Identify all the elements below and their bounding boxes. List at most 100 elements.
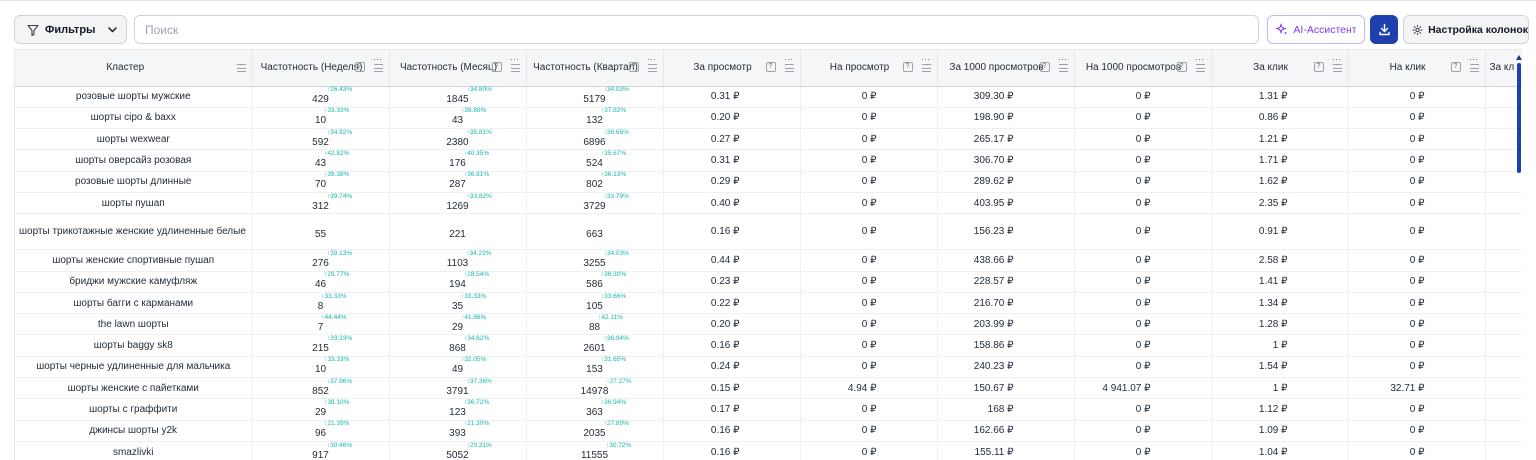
frequency-value: 592 ↑34.92% <box>312 129 352 148</box>
column-menu-icon[interactable] <box>1332 64 1342 72</box>
cell-cluster: шорты пушап <box>15 192 253 215</box>
growth-percent-badge: ↑31.65% <box>600 356 627 364</box>
cell-per-1000: 155.11 ₽ <box>937 441 1075 460</box>
column-header-freq-month[interactable]: Частотность (Месяц)? ⋯ <box>389 50 527 87</box>
column-header-per-1000[interactable]: За 1000 просмотров? ⋯ <box>937 50 1075 87</box>
frequency-value: 11555 ↑30.72% <box>581 442 631 460</box>
cell-per-click: 1.12 ₽ <box>1211 398 1349 421</box>
column-header-freq-quarter[interactable]: Частотность (Квартал)? ⋯ <box>526 50 664 87</box>
column-menu-icon[interactable] <box>510 64 520 72</box>
cell-freq-quarter: 132 ↑37.82% <box>526 107 664 130</box>
table-row[interactable]: шорты женские с пайетками 852 ↑37.96% 3791 ↑… <box>15 377 1522 400</box>
frequency-number: 43 <box>314 158 327 170</box>
help-icon[interactable]: ? <box>902 62 913 72</box>
table-row[interactable]: шорты оверсайз розовая 43 ↑42.82% 176 ↑40.35… <box>15 149 1522 172</box>
frequency-value: 176 ↑40.35% <box>449 150 489 169</box>
table-row[interactable]: шорты cipo & baxx 10 ↑33.33% 43 ↑39.88% 132 ↑3… <box>15 107 1522 130</box>
column-header-freq-week[interactable]: Частотность (Неделя)? ⋯ <box>252 50 390 87</box>
help-icon[interactable]: ? <box>1039 62 1050 72</box>
help-icon[interactable]: ? <box>1313 62 1324 72</box>
vertical-scrollbar[interactable] <box>1516 55 1522 460</box>
cell-per-click: 1.71 ₽ <box>1211 149 1349 172</box>
cell-cluster: джинсы шорты y2k <box>15 420 253 442</box>
growth-percent-badge: ↑27.89% <box>603 420 629 428</box>
search-input[interactable] <box>134 15 1259 44</box>
frequency-value: 105 ↑33.66% <box>586 293 626 312</box>
growth-percent-badge: ↑33.33% <box>324 356 350 364</box>
column-header-on-click[interactable]: На клик? ⋯ <box>1348 50 1486 87</box>
cell-on-1000: 0 ₽ <box>1074 356 1212 379</box>
table-row[interactable]: шорты черные удлиненные для мальчика 10 ↑3… <box>15 356 1522 379</box>
frequency-number: 5052 <box>446 449 469 460</box>
cell-on-1000: 0 ₽ <box>1074 192 1212 215</box>
table-row[interactable]: шорты wexwear 592 ↑34.92% 2380 ↑35.81% 6896 ↑3… <box>15 128 1522 151</box>
help-icon[interactable]: ? <box>1176 62 1187 72</box>
scrollbar-thumb[interactable] <box>1517 63 1521 173</box>
help-icon[interactable]: ? <box>628 62 639 72</box>
table-row[interactable]: шорты женские спортивные пушап 276 ↑39.13%… <box>15 249 1522 272</box>
cell-freq-week: 592 ↑34.92% <box>252 128 390 151</box>
table-row[interactable]: бриджи мужские камуфляж 46 ↑29.77% 194 ↑28.5… <box>15 271 1522 293</box>
cell-per-1000: 306.70 ₽ <box>937 149 1075 172</box>
column-menu-icon[interactable] <box>373 64 383 72</box>
column-menu-icon[interactable] <box>784 64 794 72</box>
cell-on-1000: 0 ₽ <box>1074 171 1212 193</box>
table-row[interactable]: smazlivki 917 ↑30.46% 5052 ↑20.31% 11555 ↑30.7… <box>15 441 1522 460</box>
table-row[interactable]: шорты пушап 312 ↑39.74% 1269 ↑33.82% 3729 ↑33.… <box>15 192 1522 215</box>
cell-freq-month: 194 ↑28.54% <box>389 271 527 293</box>
cell-on-click: 0 ₽ <box>1348 149 1486 172</box>
frequency-number: 7 <box>317 321 324 333</box>
table-row[interactable]: розовые шорты длинные 70 ↑39.38% 287 ↑36.81%… <box>15 171 1522 193</box>
growth-percent-badge: ↑36.94% <box>600 399 627 406</box>
frequency-value: 43 ↑42.82% <box>314 150 349 170</box>
column-header-label: На 1000 просмотров <box>1085 62 1182 74</box>
cell-freq-quarter: 88 ↑42.11% <box>526 313 664 336</box>
help-icon[interactable]: ? <box>1450 62 1461 72</box>
cell-per-view: 0.31 ₽ <box>663 86 801 108</box>
column-settings-button[interactable]: Настройка колонок <box>1403 15 1529 44</box>
scroll-up-arrow-icon[interactable] <box>1516 55 1522 60</box>
column-menu-icon[interactable] <box>921 64 931 72</box>
table-row[interactable]: шорты трикотажные женские удлиненные бел… <box>15 213 1522 251</box>
help-icon[interactable]: ? <box>765 62 776 72</box>
column-menu-icon[interactable] <box>1058 64 1068 72</box>
column-menu-icon[interactable] <box>1195 64 1205 72</box>
cell-on-click: 0 ₽ <box>1348 398 1486 421</box>
frequency-number: 123 <box>449 407 466 418</box>
table-row[interactable]: розовые шорты мужские 429 ↑26.43% 1845 ↑34.8… <box>15 86 1522 108</box>
help-icon[interactable]: ? <box>491 62 502 72</box>
table-row[interactable]: the lawn шорты 7 ↑44.44% 29 ↑41.86% 88 ↑42.11%… <box>15 313 1522 336</box>
column-header-on-1000[interactable]: На 1000 просмотров? ⋯ <box>1074 50 1212 87</box>
frequency-number: 6896 <box>583 136 606 148</box>
column-menu-icon[interactable] <box>1469 64 1479 72</box>
column-header-cluster[interactable]: Кластер <box>15 50 253 87</box>
ai-assistant-label: AI-Ассистент <box>1293 23 1357 36</box>
table-row[interactable]: шорты багги с карманами 8 ↑33.33% 35 ↑33.33%… <box>15 292 1522 315</box>
column-header-label: За 1000 просмотров <box>949 62 1044 74</box>
cell-on-1000: 0 ₽ <box>1074 86 1212 108</box>
growth-percent-badge: ↑33.79% <box>603 192 629 200</box>
table-row[interactable]: шорты baggy sk8 215 ↑33.33% 868 ↑34.62% 2601 ↑… <box>15 334 1522 357</box>
cell-on-view: 0 ₽ <box>800 398 938 421</box>
cell-freq-quarter: 14978 ↑27.27% <box>526 377 664 400</box>
column-header-per-view[interactable]: За просмотр? ⋯ <box>663 50 801 87</box>
column-header-per-click[interactable]: За клик? ⋯ <box>1211 50 1349 87</box>
column-menu-icon[interactable] <box>647 64 657 72</box>
ai-assistant-button[interactable]: AI-Ассистент <box>1267 15 1365 44</box>
frequency-number: 29 <box>451 321 464 333</box>
cell-on-1000: 0 ₽ <box>1074 313 1212 336</box>
table-row[interactable]: шорты с граффити 29 ↑38.10% 123 ↑36.72% 363 ↑3… <box>15 398 1522 421</box>
download-button[interactable] <box>1370 15 1398 44</box>
cell-per-click: 1.62 ₽ <box>1211 171 1349 193</box>
cell-cluster: шорты baggy sk8 <box>15 334 253 357</box>
column-menu-icon[interactable] <box>236 64 246 72</box>
cell-freq-month: 5052 ↑20.31% <box>389 441 527 460</box>
frequency-value: 852 ↑37.96% <box>312 378 352 397</box>
help-icon[interactable]: ? <box>354 62 365 72</box>
column-header-on-view[interactable]: На просмотр? ⋯ <box>800 50 938 87</box>
frequency-number: 393 <box>449 428 466 440</box>
filters-button[interactable]: Фильтры <box>14 15 127 44</box>
table-row[interactable]: джинсы шорты y2k 96 ↑21.39% 393 ↑21.30% 2035 ↑… <box>15 420 1522 442</box>
cell-cluster: шорты wexwear <box>15 128 253 151</box>
frequency-value: 123 ↑36.72% <box>449 399 489 418</box>
